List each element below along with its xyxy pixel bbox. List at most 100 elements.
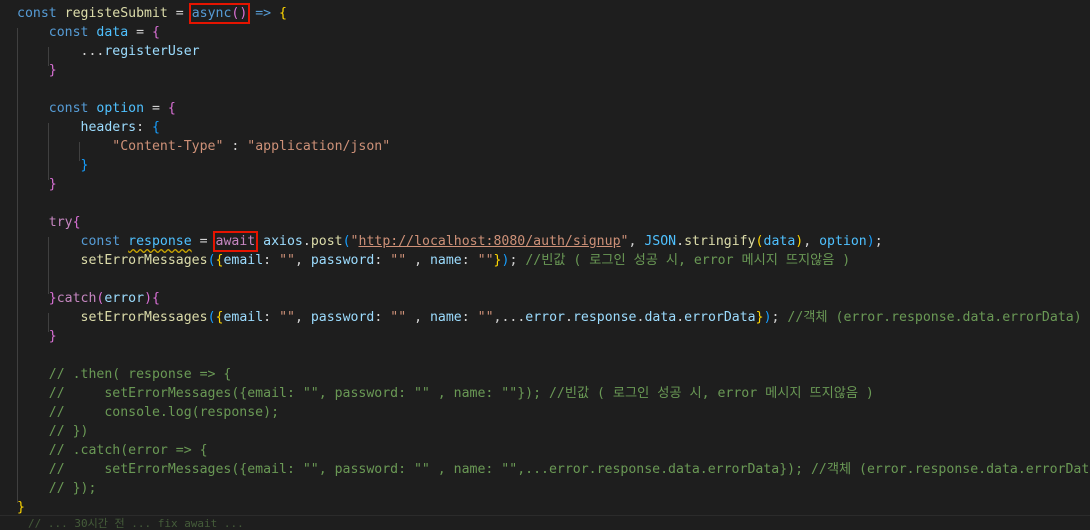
code-token: name [429, 310, 462, 325]
code-token: ; [874, 234, 883, 249]
code-token: // }) [17, 424, 89, 439]
code-token: // .catch(error => { [17, 443, 208, 458]
code-token: errorData [684, 310, 756, 325]
code-line[interactable]: // console.log(response); [17, 403, 279, 422]
code-token: error [525, 310, 565, 325]
code-token: : [374, 253, 391, 268]
code-token: "Content-Type" [17, 139, 224, 154]
highlight-box: async() [188, 3, 251, 24]
code-token: = [144, 101, 168, 116]
code-token: ... [17, 44, 105, 59]
code-line[interactable]: // setErrorMessages({email: "", password… [17, 460, 1090, 479]
editor-bottom-edge [0, 515, 1090, 516]
code-token: // }); [17, 481, 97, 496]
code-line[interactable]: setErrorMessages({email: "", password: "… [17, 251, 851, 270]
code-line[interactable]: "Content-Type" : "application/json" [17, 137, 390, 156]
code-token: email [223, 253, 264, 268]
code-token: . [676, 310, 685, 325]
code-token: ) [144, 291, 153, 306]
code-line[interactable]: } [17, 175, 57, 194]
code-line[interactable]: // .catch(error => { [17, 441, 208, 460]
code-line[interactable]: // }); [17, 479, 97, 498]
code-token: "" [477, 310, 494, 325]
code-line[interactable]: // setErrorMessages({email: "", password… [17, 384, 874, 403]
code-token: stringify [684, 234, 756, 249]
code-token: () [231, 6, 248, 21]
code-token: data [644, 310, 677, 325]
code-token: //빈값 ( 로그인 성공 시, error 메시지 뜨지않음 ) [525, 253, 851, 268]
code-token: " [350, 234, 359, 249]
code-token: // console.log(response); [17, 405, 280, 420]
code-token: registerUser [104, 44, 200, 59]
code-token: "" [279, 253, 295, 268]
code-token: . [565, 310, 573, 325]
code-token: ( [207, 310, 216, 325]
code-line[interactable]: // }) [17, 422, 89, 441]
code-token: ) [763, 310, 772, 325]
code-token: name [429, 253, 462, 268]
code-token: { [151, 120, 160, 135]
code-token: , [294, 253, 311, 268]
code-token: } [17, 291, 57, 306]
code-token: catch [56, 291, 97, 306]
code-line[interactable]: ...registerUser [17, 42, 200, 61]
code-token: ,... [493, 310, 526, 325]
code-token: } [17, 500, 25, 515]
code-line[interactable]: try{ [17, 213, 81, 232]
code-token: => [247, 6, 280, 21]
code-token: // setErrorMessages({email: "", password… [17, 462, 1090, 477]
code-token: : [263, 310, 280, 325]
code-token: // setErrorMessages({email: "", password… [17, 386, 874, 401]
code-token: // .then( response => { [17, 367, 232, 382]
code-token: const [17, 234, 129, 249]
code-line[interactable]: } [17, 156, 89, 175]
code-line[interactable]: const registeSubmit = async() => { [17, 3, 287, 24]
code-token: } [755, 310, 764, 325]
code-token: } [17, 177, 57, 192]
code-token: : [461, 310, 478, 325]
code-token: ( [755, 234, 764, 249]
code-line[interactable]: const response = await axios.post("http:… [17, 231, 883, 252]
code-token: , [294, 310, 311, 325]
code-token: = [191, 234, 216, 249]
code-line[interactable]: setErrorMessages({email: "", password: "… [17, 308, 1082, 327]
code-line[interactable]: const option = { [17, 99, 176, 118]
code-token: ; [771, 310, 788, 325]
code-line[interactable]: } [17, 327, 57, 346]
code-token: post [310, 234, 343, 249]
code-token: "" [390, 253, 407, 268]
code-editor[interactable]: const registeSubmit = async() => { const… [0, 0, 1090, 530]
code-token: data [763, 234, 796, 249]
code-token: { [152, 25, 160, 40]
code-token: option [819, 234, 867, 249]
code-token: password [310, 253, 375, 268]
code-token: async [191, 6, 232, 21]
code-token: = [167, 6, 192, 21]
code-token: ) [866, 234, 875, 249]
code-token: data [96, 25, 129, 40]
code-token: , [628, 234, 645, 249]
code-token: } [17, 158, 89, 173]
code-line[interactable]: }catch(error){ [17, 289, 160, 308]
code-token: response [572, 310, 637, 325]
code-token: } [17, 63, 57, 78]
code-token: { [152, 291, 160, 306]
code-token: : [461, 253, 478, 268]
code-line[interactable]: headers: { [17, 118, 160, 137]
code-token: const [17, 25, 97, 40]
code-token: JSON [644, 234, 677, 249]
code-token: axios [263, 234, 303, 249]
code-line[interactable]: // .then( response => { [17, 365, 232, 384]
code-line[interactable]: const data = { [17, 23, 160, 42]
code-line[interactable]: } [17, 61, 57, 80]
code-token: , [406, 310, 430, 325]
code-token: password [310, 310, 375, 325]
code-token: error [104, 291, 145, 306]
code-token: ( [207, 253, 216, 268]
code-token: "" [477, 253, 494, 268]
code-token: ; [509, 253, 526, 268]
code-token: = [128, 25, 152, 40]
code-token: { [72, 215, 81, 230]
code-token: : [374, 310, 391, 325]
